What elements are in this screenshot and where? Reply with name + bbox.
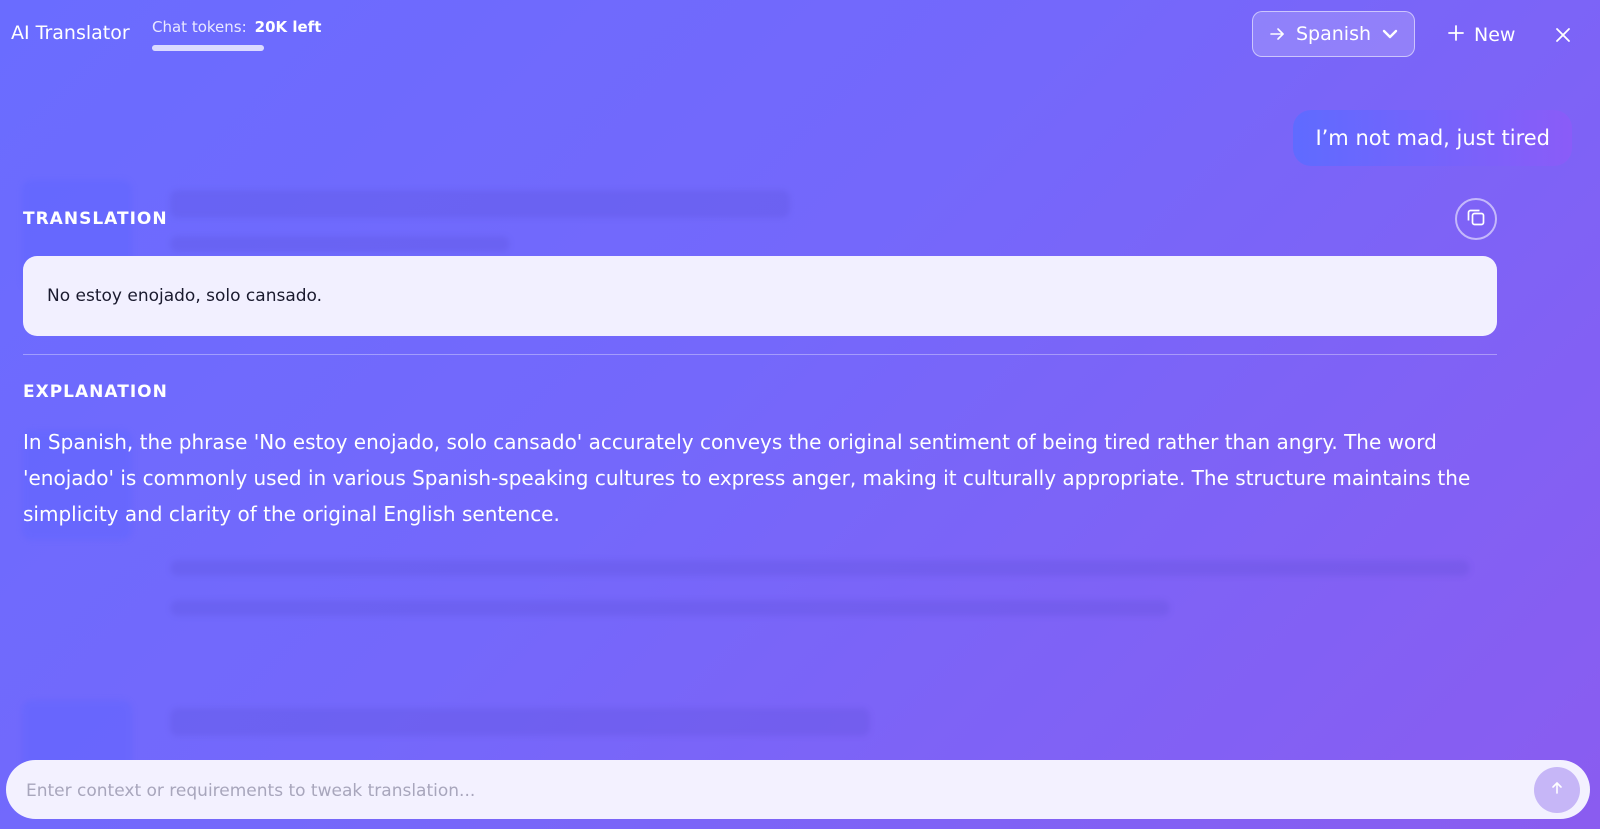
- explanation-text: In Spanish, the phrase 'No estoy enojado…: [23, 430, 1471, 526]
- background-line: [170, 560, 1470, 576]
- section-divider: [23, 354, 1497, 355]
- new-chat-button[interactable]: New: [1446, 20, 1515, 50]
- explanation-heading: EXPLANATION: [23, 382, 168, 402]
- copy-icon: [1465, 206, 1487, 232]
- background-line: [170, 236, 510, 252]
- user-message-text: I’m not mad, just tired: [1315, 126, 1550, 150]
- new-chat-label: New: [1474, 24, 1516, 46]
- translation-heading: TRANSLATION: [23, 209, 168, 229]
- background-line: [170, 600, 1170, 616]
- close-icon: [1552, 28, 1574, 50]
- plus-icon: [1446, 23, 1466, 48]
- top-bar: AI Translator Chat tokens: 20K left Spani…: [0, 0, 1600, 70]
- chat-tokens-progress: [152, 45, 264, 51]
- arrow-up-icon: [1549, 780, 1565, 800]
- copy-translation-button[interactable]: [1455, 198, 1497, 240]
- chat-tokens-progress-fill: [152, 45, 264, 51]
- chat-tokens-value: 20K left: [254, 18, 322, 36]
- target-language-select[interactable]: Spanish: [1252, 11, 1415, 57]
- chat-tokens-label: Chat tokens:: [152, 18, 247, 36]
- background-line: [170, 708, 870, 736]
- tweak-translation-input[interactable]: [24, 760, 1508, 821]
- tweak-input-bar: [6, 760, 1590, 821]
- target-language-label: Spanish: [1295, 23, 1372, 45]
- translation-text: No estoy enojado, solo cansado.: [47, 286, 323, 306]
- translation-result: No estoy enojado, solo cansado.: [23, 256, 1497, 336]
- arrow-right-icon: [1268, 25, 1286, 43]
- user-message-bubble: I’m not mad, just tired: [1293, 110, 1572, 166]
- close-button[interactable]: [1552, 24, 1574, 46]
- chat-tokens: Chat tokens: 20K left: [152, 18, 321, 36]
- app-title: AI Translator: [11, 22, 130, 44]
- chevron-down-icon: [1381, 25, 1399, 43]
- background-line: [170, 190, 790, 218]
- send-button[interactable]: [1534, 767, 1580, 813]
